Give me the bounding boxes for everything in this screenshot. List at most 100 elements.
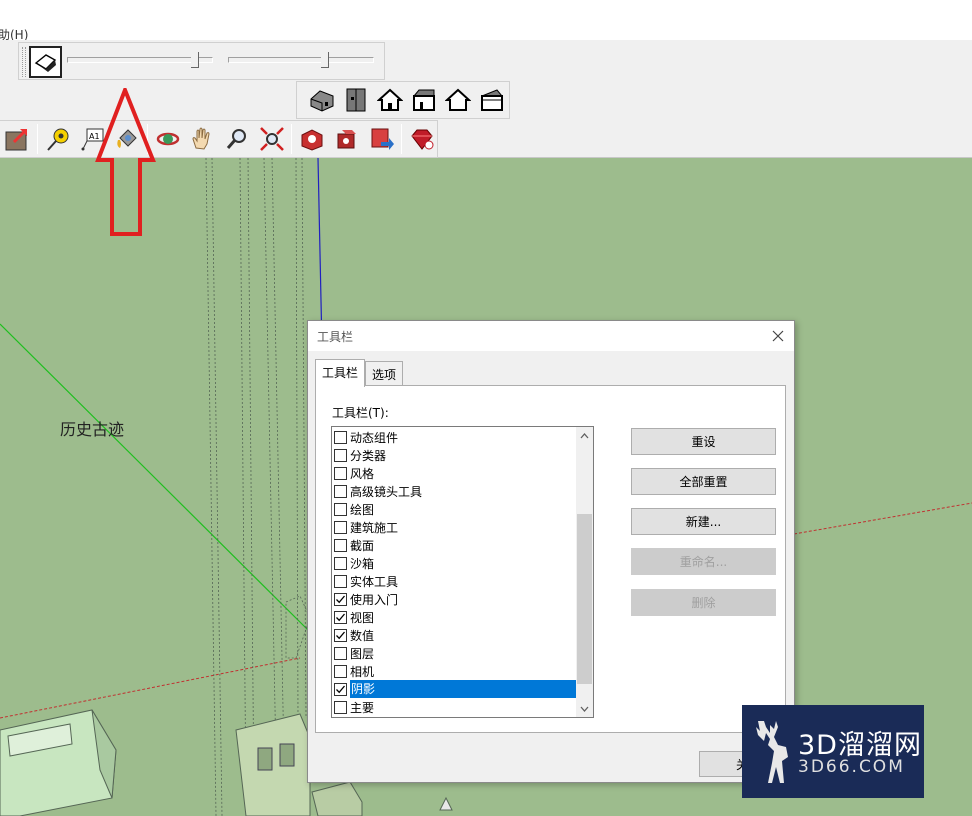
tape-measure-icon <box>46 128 68 151</box>
share-model-icon <box>371 128 394 150</box>
left-view-button[interactable] <box>477 85 507 115</box>
toolbar-item-label: 分类器 <box>350 448 387 463</box>
left-view-icon <box>481 89 504 111</box>
pan-button[interactable] <box>187 124 217 154</box>
toolbar-checkbox[interactable] <box>334 502 347 516</box>
list-item[interactable]: 数值 <box>333 626 577 644</box>
top-view-icon <box>346 88 366 112</box>
scroll-up-icon[interactable] <box>576 427 593 444</box>
watermark: 3D溜溜网 3D66.COM <box>742 705 924 798</box>
toolbar-checkbox[interactable] <box>334 466 347 480</box>
toolbar-checkbox[interactable] <box>334 628 347 642</box>
list-item[interactable]: 阴影 <box>333 680 577 698</box>
right-view-icon <box>412 89 435 111</box>
toolbar-separator <box>291 124 293 154</box>
toolbar-checkbox[interactable] <box>334 430 347 444</box>
toolbar-checkbox[interactable] <box>334 574 347 588</box>
toolbar-item-label: 视图 <box>350 610 375 625</box>
toolbar-checkbox[interactable] <box>334 664 347 678</box>
toolbar-grip[interactable] <box>22 47 26 77</box>
toolbar-item-label: 阴影 <box>350 680 576 698</box>
dialog-titlebar[interactable]: 工具栏 <box>308 321 794 351</box>
toolbar-checkbox[interactable] <box>334 610 347 624</box>
toolbar-item-label: 建筑施工 <box>350 520 399 535</box>
scroll-down-icon[interactable] <box>576 700 593 717</box>
iso-view-button[interactable] <box>307 85 337 115</box>
list-item[interactable]: 高级镜头工具 <box>333 482 577 500</box>
reset-all-button[interactable]: 全部重置 <box>631 468 776 495</box>
toolbar-checkbox[interactable] <box>334 682 347 696</box>
zoom-extents-button[interactable] <box>257 124 287 154</box>
toolbar-checkbox[interactable] <box>334 700 347 714</box>
ruby-extension-button[interactable] <box>407 124 437 154</box>
toolbar-checkbox[interactable] <box>334 646 347 660</box>
toolbar-checkbox[interactable] <box>334 538 347 552</box>
iso-view-icon <box>310 90 334 112</box>
list-item[interactable]: 绘图 <box>333 500 577 518</box>
toolbar-item-label: 相机 <box>350 664 375 679</box>
listbox-scrollbar[interactable] <box>576 427 593 717</box>
share-model-button[interactable] <box>367 124 397 154</box>
shadows-toolbar <box>18 42 385 80</box>
list-item[interactable]: 风格 <box>333 464 577 482</box>
3d-warehouse-button[interactable] <box>297 124 327 154</box>
toolbars-dialog: 工具栏 工具栏 选项 工具栏(T): 动态组件分类器 风格高级镜头工具 绘图建筑施工… <box>307 320 795 783</box>
list-item[interactable]: 截面 <box>333 536 577 554</box>
annotation-arrow <box>95 88 156 236</box>
toolbar-item-label: 实体工具 <box>350 574 399 589</box>
new-toolbar-button[interactable]: 新建... <box>631 508 776 535</box>
toolbar-item-label: 图层 <box>350 646 375 661</box>
list-item[interactable]: 沙箱 <box>333 554 577 572</box>
date-slider-thumb[interactable] <box>321 52 329 68</box>
make-component-button[interactable] <box>2 124 32 154</box>
rename-button[interactable]: 重命名... <box>631 548 776 575</box>
list-item[interactable]: 图层 <box>333 644 577 662</box>
toolbar-item-label: 绘图 <box>350 502 375 517</box>
toolbar-checkbox[interactable] <box>334 592 347 606</box>
list-item[interactable]: 相机 <box>333 662 577 680</box>
toolbar-checkbox[interactable] <box>334 556 347 570</box>
date-slider[interactable] <box>228 51 374 71</box>
list-item[interactable]: 实体工具 <box>333 572 577 590</box>
scroll-thumb[interactable] <box>577 514 592 684</box>
tab-toolbars[interactable]: 工具栏 <box>315 359 366 387</box>
toolbar-item-label: 高级镜头工具 <box>350 484 423 499</box>
shadow-settings-button[interactable] <box>29 46 62 78</box>
top-view-button[interactable] <box>341 85 371 115</box>
back-view-button[interactable] <box>443 85 473 115</box>
back-view-icon <box>445 88 471 111</box>
watermark-url: 3D66.COM <box>798 757 905 777</box>
list-item[interactable]: 视图 <box>333 608 577 626</box>
orbit-button[interactable] <box>153 124 183 154</box>
toolbar-item-label: 动态组件 <box>350 430 399 445</box>
toolbar-separator <box>36 124 38 154</box>
front-view-button[interactable] <box>375 85 405 115</box>
right-view-button[interactable] <box>409 85 439 115</box>
toolbar-checkbox[interactable] <box>334 520 347 534</box>
orbit-icon <box>156 132 179 146</box>
close-icon[interactable] <box>766 324 790 348</box>
tab-panel: 工具栏(T): 动态组件分类器 风格高级镜头工具 绘图建筑施工 截面 沙箱实体工具 使用入… <box>315 385 786 733</box>
tab-options[interactable]: 选项 <box>365 361 404 386</box>
pan-icon <box>192 127 210 150</box>
list-item[interactable]: 使用入门 <box>333 590 577 608</box>
time-slider-thumb[interactable] <box>191 52 199 68</box>
reset-button[interactable]: 重设 <box>631 428 776 455</box>
time-slider[interactable] <box>67 51 213 71</box>
shadow-settings-icon <box>34 54 56 72</box>
toolbar-item-label: 主要 <box>350 700 375 715</box>
toolbar-listbox[interactable]: 动态组件分类器 风格高级镜头工具 绘图建筑施工 截面 沙箱实体工具 使用入门视图 数值图层相… <box>331 426 594 718</box>
list-item[interactable]: 动态组件 <box>333 428 577 446</box>
toolbar-checkbox[interactable] <box>334 484 347 498</box>
toolbar-checkbox[interactable] <box>334 448 347 462</box>
share-component-button[interactable] <box>332 124 362 154</box>
tape-measure-button[interactable] <box>43 124 73 154</box>
3d-warehouse-icon <box>301 129 323 151</box>
list-item[interactable]: 分类器 <box>333 446 577 464</box>
list-item[interactable]: 主要 <box>333 698 577 716</box>
list-item[interactable]: 建筑施工 <box>333 518 577 536</box>
zoom-button[interactable] <box>222 124 252 154</box>
delete-button[interactable]: 删除 <box>631 589 776 616</box>
toolbar-list-label: 工具栏(T): <box>332 406 389 420</box>
dialog-title: 工具栏 <box>317 330 354 344</box>
